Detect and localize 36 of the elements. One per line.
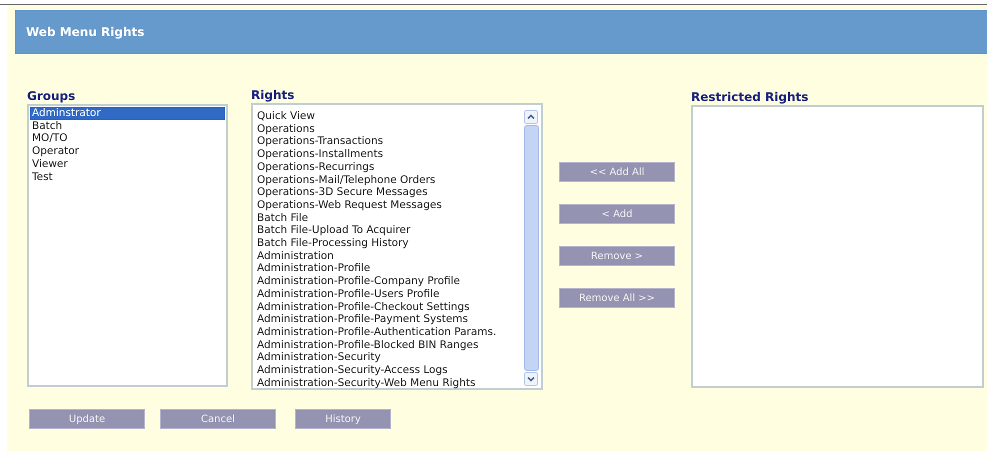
group-option[interactable]: Viewer [30, 158, 225, 171]
scroll-down-icon[interactable] [524, 372, 538, 386]
right-option[interactable]: Administration-Profile-Checkout Settings [255, 300, 524, 314]
right-option[interactable]: Operations-3D Secure Messages [255, 186, 524, 199]
right-option[interactable]: Administration-Profile-Blocked BIN Ranges [255, 338, 524, 352]
right-option[interactable]: Administration-Security-Web Menu Rights [255, 376, 524, 390]
group-option[interactable]: Test [30, 170, 225, 184]
restricted-rights-label: Restricted Rights [691, 90, 810, 105]
rights-listbox[interactable] [251, 103, 543, 390]
right-option[interactable]: Operations [255, 122, 524, 136]
group-option[interactable]: Batch [30, 120, 225, 132]
right-option[interactable]: Operations-Recurrings [255, 160, 524, 174]
right-option[interactable]: Operations-Installments [255, 148, 524, 161]
right-option[interactable]: Administration [255, 250, 524, 262]
right-option[interactable]: Operations-Mail/Telephone Orders [255, 174, 524, 186]
group-option[interactable]: Adminstrator [30, 107, 225, 120]
right-option[interactable]: Batch File [255, 212, 524, 224]
right-option[interactable]: Operations-Web Request Messages [255, 198, 524, 212]
right-option[interactable]: Administration-Profile-Users Profile [255, 288, 524, 301]
right-option[interactable]: Operations-Transactions [255, 135, 524, 148]
group-option[interactable]: Operator [30, 145, 225, 158]
group-option[interactable]: MO/TO [30, 132, 225, 146]
scroll-up-icon[interactable] [524, 110, 538, 124]
right-option[interactable]: Quick View [255, 110, 524, 123]
right-option[interactable]: Batch File-Processing History [255, 237, 524, 250]
right-option[interactable]: Batch File-Upload To Acquirer [255, 224, 524, 238]
right-option[interactable]: Administration-Profile-Payment Systems [255, 313, 524, 326]
right-option[interactable]: Administration-Profile [255, 262, 524, 276]
right-option[interactable]: Administration-Security [255, 351, 524, 364]
page-title: Web Menu Rights [26, 25, 144, 39]
right-option[interactable]: Administration-Profile-Authentication Params. [255, 326, 524, 339]
groups-listbox[interactable]: Adminstrator Batch MO/TO Operator Viewer Test [27, 104, 228, 387]
right-option[interactable]: Administration-Security-Access Logs [255, 364, 524, 377]
rights-label: Rights [251, 88, 296, 103]
groups-label: Groups [27, 89, 76, 104]
right-option[interactable]: Administration-Profile-Company Profile [255, 275, 524, 288]
